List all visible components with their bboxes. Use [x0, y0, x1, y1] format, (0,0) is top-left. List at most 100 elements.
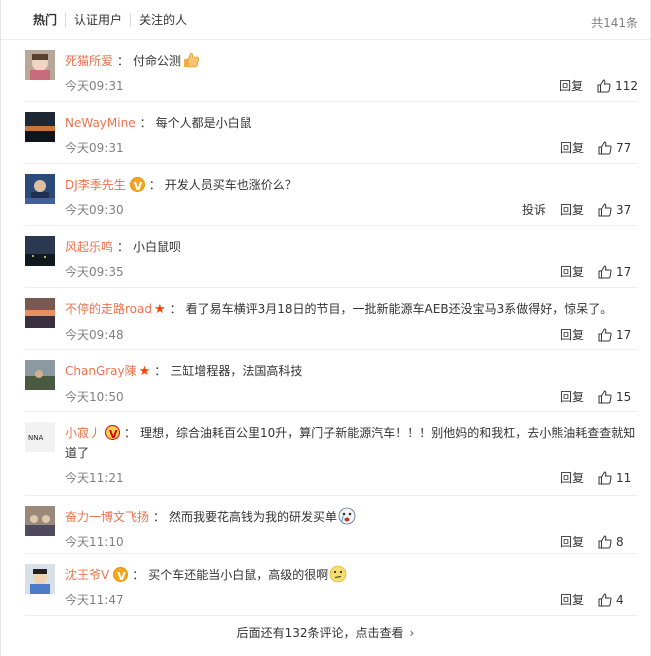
avatar[interactable]	[25, 50, 55, 80]
comment-actions: 回复 15	[546, 386, 638, 408]
thumbs-up-icon	[598, 141, 616, 155]
comment-actions: 回复 11	[546, 467, 638, 489]
reply-button[interactable]: 回复	[560, 467, 584, 489]
tab-verified-users[interactable]: 认证用户	[65, 12, 130, 27]
commenter-name[interactable]: ChanGray陳	[65, 364, 137, 378]
comment-time: 今天09:31	[65, 141, 124, 155]
avatar[interactable]	[25, 236, 55, 266]
colon-separator: ：	[169, 302, 182, 316]
comment-actions: 回复 17	[546, 324, 638, 346]
like-count: 17	[616, 328, 632, 342]
commenter-name[interactable]: 小寂丿	[65, 426, 101, 440]
commenter-name[interactable]: 死猫所爱	[65, 54, 113, 68]
comment-text: 买个车还能当小白鼠，高级的很啊	[148, 568, 329, 582]
report-button[interactable]: 投诉	[522, 199, 546, 221]
comment-line: 沈王爷V ：买个车还能当小白鼠，高级的很啊	[65, 565, 638, 587]
comment-actions: 回复 77	[546, 137, 638, 159]
thumbs-up-icon	[598, 265, 616, 279]
like-button[interactable]: 4	[598, 589, 638, 611]
like-count: 8	[616, 535, 624, 549]
comment-text: 付命公测	[133, 54, 182, 68]
avatar[interactable]	[25, 112, 55, 142]
tab-following[interactable]: 关注的人	[130, 12, 195, 27]
like-button[interactable]: 112	[597, 75, 638, 97]
star-badge-icon: ★	[138, 364, 151, 379]
comment-time: 今天09:48	[65, 328, 124, 342]
avatar[interactable]	[25, 564, 55, 594]
comment-line: 风起乐鸣 ：小白鼠呗	[65, 237, 638, 257]
thinking-face-emoji-icon	[329, 565, 347, 583]
avatar[interactable]	[25, 174, 55, 204]
thumbs-up-icon	[598, 593, 616, 607]
comment-item: 风起乐鸣 ：小白鼠呗今天09:35 回复 17	[25, 226, 638, 288]
comment-actions: 回复 8	[546, 531, 638, 553]
reply-button[interactable]: 回复	[560, 589, 584, 611]
comment-time: 今天10:50	[65, 390, 124, 404]
comment-actions: 回复 4	[546, 589, 638, 611]
commenter-name[interactable]: 奋力一博文飞扬	[65, 510, 149, 524]
thumbs-up-icon	[598, 471, 616, 485]
reply-button[interactable]: 回复	[560, 531, 584, 553]
comment-line: 死猫所爱 ：付命公测	[65, 51, 638, 71]
comment-meta: 今天10:50 回复 15	[65, 386, 638, 410]
tab-hot[interactable]: 热门	[21, 13, 65, 27]
avatar[interactable]	[25, 360, 55, 390]
comment-actions: 投诉 回复 37	[508, 199, 638, 221]
comment-text: 小白鼠呗	[133, 240, 182, 254]
thumbs-up-icon	[598, 328, 616, 342]
like-button[interactable]: 15	[598, 386, 638, 408]
thumbs-up-icon	[598, 535, 616, 549]
like-count: 17	[616, 265, 632, 279]
comment-line: DJ李季先生 ：开发人员买车也涨价么？	[65, 175, 638, 197]
comment-item: 沈王爷V ：买个车还能当小白鼠，高级的很啊今天11:47 回复 4	[25, 554, 638, 616]
reply-button[interactable]: 回复	[560, 324, 584, 346]
comment-item: 死猫所爱 ：付命公测 今天09:31 回复 112	[25, 40, 638, 102]
like-button[interactable]: 11	[598, 467, 638, 489]
avatar[interactable]: NNA	[25, 422, 55, 452]
like-count: 77	[616, 141, 632, 155]
avatar[interactable]	[25, 298, 55, 328]
avatar[interactable]	[25, 506, 55, 536]
like-button[interactable]: 37	[598, 199, 638, 221]
comment-item: NeWayMine：每个人都是小白鼠 今天09:31 回复 77	[25, 102, 638, 164]
comment-text: 理想，综合油耗百公里10升，算门子新能源汽车！！！别他妈的和我杠，去小熊油耗查查…	[65, 426, 636, 460]
comment-meta: 今天09:31 回复 112	[65, 75, 638, 99]
like-button[interactable]: 17	[598, 324, 638, 346]
thumbs-up-icon	[598, 203, 616, 217]
more-comments-link[interactable]: 后面还有132条评论，点击查看 ›	[1, 616, 650, 650]
reply-button[interactable]: 回复	[560, 261, 584, 283]
member-badge-icon	[105, 425, 121, 445]
like-count: 112	[615, 79, 638, 93]
colon-separator: ：	[132, 568, 145, 582]
colon-separator: ：	[117, 54, 130, 68]
star-badge-icon: ★	[153, 302, 166, 317]
like-button[interactable]: 77	[598, 137, 638, 159]
reply-button[interactable]: 回复	[560, 386, 584, 408]
comment-time: 今天09:35	[65, 265, 124, 279]
comment-line: 奋力一博文飞扬 ：然而我要花高钱为我的研发买单	[65, 507, 638, 527]
reply-button[interactable]: 回复	[560, 137, 584, 159]
commenter-name[interactable]: 不停的走路road	[65, 302, 152, 316]
commenter-name[interactable]: 沈王爷V	[65, 568, 109, 582]
more-comments-label: 后面还有132条评论，点击查看	[236, 626, 404, 640]
commenter-name[interactable]: 风起乐鸣	[65, 240, 113, 254]
comment-item: NNA 小寂丿 ：理想，综合油耗百公里10升，算门子新能源汽车！！！别他妈的和我杠，…	[25, 412, 638, 496]
like-button[interactable]: 8	[598, 531, 638, 553]
comment-meta: 今天09:35 回复 17	[65, 261, 638, 285]
comment-tabs: 热门 认证用户 关注的人 共141条	[1, 0, 650, 40]
thumbs-up-icon	[598, 390, 616, 404]
reply-button[interactable]: 回复	[560, 199, 584, 221]
colon-separator: ：	[153, 510, 166, 524]
comment-text: 三缸增程器，法国高科技	[170, 364, 303, 378]
comment-text: 然而我要花高钱为我的研发买单	[169, 510, 338, 524]
thumbs-up-emoji-icon	[182, 51, 200, 69]
comment-list: 死猫所爱：付命公测 今天09:31 回复 112 NeWayMine：每个人都是小白鼠今…	[1, 40, 650, 616]
commenter-name[interactable]: DJ李季先生	[65, 178, 126, 192]
colon-separator: ：	[148, 178, 161, 192]
commenter-name[interactable]: NeWayMine	[65, 116, 136, 130]
comment-text: 看了易车横评3月18日的节目，一批新能源车AEB还没宝马3系做得好，惊呆了。	[185, 302, 613, 316]
reply-button[interactable]: 回复	[559, 75, 583, 97]
like-count: 4	[616, 593, 624, 607]
comment-line: 不停的走路road ★：看了易车横评3月18日的节目，一批新能源车AEB还没宝马3…	[65, 299, 638, 320]
like-button[interactable]: 17	[598, 261, 638, 283]
